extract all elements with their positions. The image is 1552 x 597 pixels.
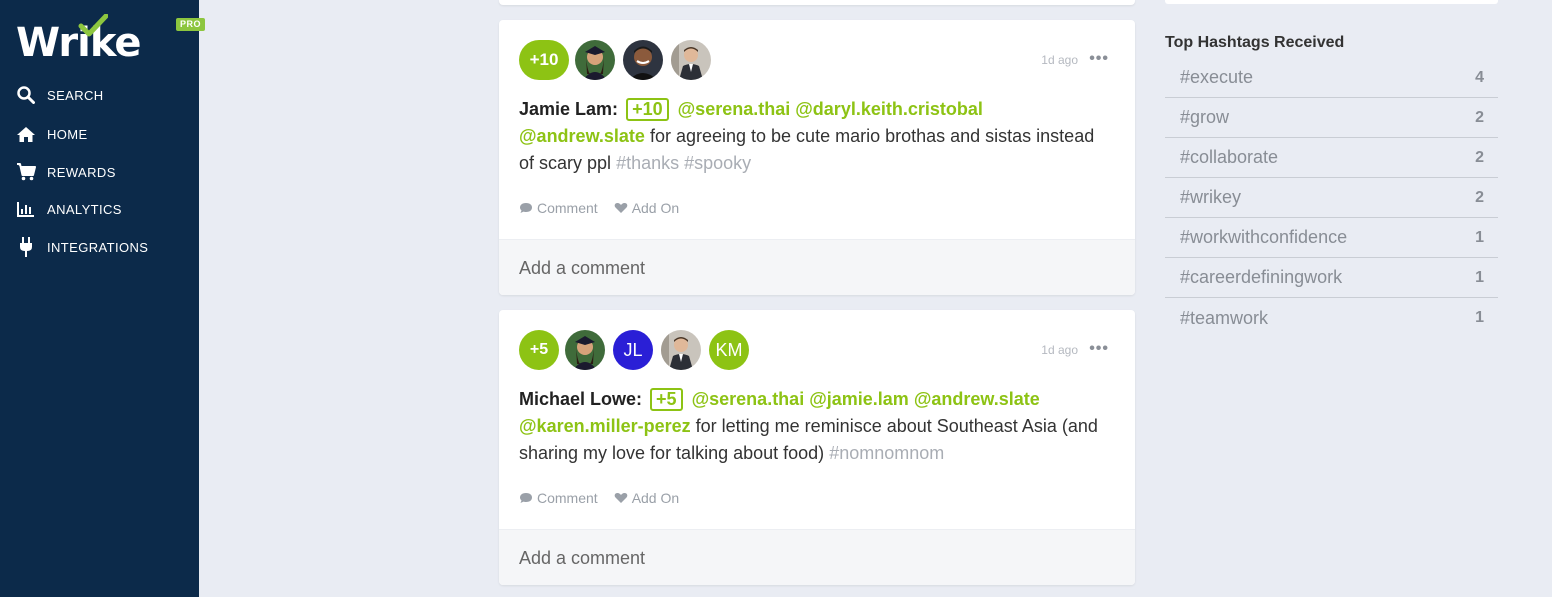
points-badge: +5 bbox=[519, 330, 559, 370]
top-hashtags-title: Top Hashtags Received bbox=[1165, 34, 1345, 51]
previous-card-edge bbox=[499, 0, 1135, 5]
nav-item-search[interactable]: SEARCH bbox=[16, 80, 196, 110]
hashtag[interactable]: #thanks bbox=[616, 153, 679, 173]
hashtag-name: #collaborate bbox=[1180, 147, 1279, 167]
post-message: Jamie Lam: +10 @serena.thai @daryl.keith… bbox=[519, 96, 1099, 177]
comment-icon bbox=[520, 493, 532, 503]
hashtag-name: #teamwork bbox=[1180, 307, 1269, 328]
nav-label-rewards: REWARDS bbox=[47, 164, 116, 180]
hashtag-row[interactable]: #careerdefiningwork 1 bbox=[1165, 258, 1498, 298]
hashtag-count: 2 bbox=[1475, 188, 1484, 206]
add-on-label: Add On bbox=[631, 490, 680, 506]
nav-item-home[interactable]: HOME bbox=[16, 119, 196, 149]
post-timestamp: 1d ago bbox=[1041, 53, 1078, 67]
more-options-icon[interactable]: ••• bbox=[1089, 340, 1109, 358]
avatar-serena-thai[interactable] bbox=[565, 330, 605, 370]
hashtag-count: 1 bbox=[1475, 309, 1484, 326]
nav-item-rewards[interactable]: REWARDS bbox=[16, 157, 196, 187]
right-panel-card-edge bbox=[1165, 0, 1498, 4]
comment-label: Comment bbox=[537, 200, 598, 216]
hashtag-row[interactable]: #collaborate 2 bbox=[1165, 138, 1498, 178]
hashtag-name: #grow bbox=[1180, 107, 1230, 127]
heart-icon bbox=[614, 203, 628, 213]
avatar-initials: KM bbox=[715, 339, 743, 360]
avatar-initials: JL bbox=[623, 339, 643, 360]
mention[interactable]: @daryl.keith.cristobal bbox=[795, 99, 983, 119]
add-on-button[interactable]: Add On bbox=[614, 490, 679, 506]
mention[interactable]: @andrew.slate bbox=[914, 389, 1040, 409]
top-hashtags-list: #execute 4 #grow 2 #collaborate 2 #wrikey 2 … bbox=[1165, 58, 1498, 338]
hashtag-count: 2 bbox=[1475, 148, 1484, 166]
nav-label-integrations: INTEGRATIONS bbox=[47, 239, 149, 255]
hashtag-count: 1 bbox=[1475, 268, 1484, 286]
post-actions: Comment Add On bbox=[519, 198, 695, 218]
recognition-post: +5 JL KM 1d ago ••• Michael Lowe: +5 @se… bbox=[499, 310, 1135, 585]
hashtag-row[interactable]: #grow 2 bbox=[1165, 98, 1498, 138]
comment-input[interactable] bbox=[519, 254, 1109, 282]
heart-icon bbox=[614, 493, 628, 503]
mention[interactable]: @serena.thai bbox=[678, 99, 791, 119]
hashtag[interactable]: #nomnomnom bbox=[829, 443, 944, 463]
hashtag-count: 4 bbox=[1475, 68, 1484, 86]
hashtag-count: 2 bbox=[1475, 108, 1484, 126]
avatar-andrew-slate[interactable] bbox=[661, 330, 701, 370]
nav-label-search: SEARCH bbox=[47, 87, 104, 103]
nav-label-home: HOME bbox=[47, 126, 88, 142]
comment-button[interactable]: Comment bbox=[519, 200, 598, 216]
bar-chart-icon bbox=[16, 199, 36, 219]
comment-icon bbox=[520, 203, 532, 213]
post-header: +5 JL KM bbox=[519, 330, 757, 370]
avatar-serena-thai[interactable] bbox=[575, 40, 615, 80]
hashtag-row[interactable]: #execute 4 bbox=[1165, 58, 1498, 98]
hashtag-count: 1 bbox=[1475, 228, 1484, 246]
add-on-label: Add On bbox=[631, 200, 680, 216]
nav-item-integrations[interactable]: INTEGRATIONS bbox=[16, 232, 196, 262]
add-on-button[interactable]: Add On bbox=[614, 200, 679, 216]
post-author[interactable]: Michael Lowe: bbox=[519, 389, 642, 409]
search-icon bbox=[16, 85, 36, 105]
avatar-karen-miller-perez[interactable]: KM bbox=[709, 330, 749, 370]
post-actions: Comment Add On bbox=[519, 488, 695, 508]
comment-label: Comment bbox=[537, 490, 598, 506]
post-author[interactable]: Jamie Lam: bbox=[519, 99, 618, 119]
points-tag: +5 bbox=[650, 388, 683, 411]
nav-label-analytics: ANALYTICS bbox=[47, 201, 122, 217]
comment-input[interactable] bbox=[519, 544, 1109, 572]
wrike-logo[interactable]: Wrike PRO bbox=[16, 14, 205, 69]
hashtag-row[interactable]: #teamwork 1 bbox=[1165, 298, 1498, 338]
home-icon bbox=[16, 124, 36, 144]
comment-button[interactable]: Comment bbox=[519, 490, 598, 506]
points-tag: +10 bbox=[626, 98, 669, 121]
comment-box bbox=[499, 239, 1135, 295]
checkmark-icon bbox=[78, 14, 108, 37]
comment-box bbox=[499, 529, 1135, 585]
hashtag-row[interactable]: #wrikey 2 bbox=[1165, 178, 1498, 218]
hashtag-name: #execute bbox=[1180, 67, 1254, 87]
hashtag[interactable]: #spooky bbox=[684, 153, 751, 173]
mention[interactable]: @serena.thai bbox=[692, 389, 805, 409]
avatar-jamie-lam[interactable]: JL bbox=[613, 330, 653, 370]
avatar-andrew-slate[interactable] bbox=[671, 40, 711, 80]
plug-icon bbox=[16, 237, 36, 257]
recognition-post: +10 1d ago ••• Jamie Lam: +10 @serena.th… bbox=[499, 20, 1135, 295]
post-message: Michael Lowe: +5 @serena.thai @jamie.lam… bbox=[519, 386, 1099, 467]
hashtag-name: #careerdefiningwork bbox=[1180, 267, 1343, 287]
post-header: +10 bbox=[519, 40, 719, 80]
nav-item-analytics[interactable]: ANALYTICS bbox=[16, 194, 196, 224]
sidebar: Wrike PRO SEARCH HOME REWARDS ANALYTICS … bbox=[0, 0, 205, 597]
mention[interactable]: @karen.miller-perez bbox=[519, 416, 691, 436]
more-options-icon[interactable]: ••• bbox=[1089, 50, 1109, 68]
pro-badge: PRO bbox=[176, 18, 205, 31]
post-timestamp: 1d ago bbox=[1041, 343, 1078, 357]
mention[interactable]: @jamie.lam bbox=[809, 389, 909, 409]
cart-icon bbox=[16, 162, 36, 182]
hashtag-name: #wrikey bbox=[1180, 187, 1242, 207]
mention[interactable]: @andrew.slate bbox=[519, 126, 645, 146]
points-badge: +10 bbox=[519, 40, 569, 80]
hashtag-row[interactable]: #workwithconfidence 1 bbox=[1165, 218, 1498, 258]
avatar-daryl-keith-cristobal[interactable] bbox=[623, 40, 663, 80]
hashtag-name: #workwithconfidence bbox=[1180, 227, 1348, 247]
